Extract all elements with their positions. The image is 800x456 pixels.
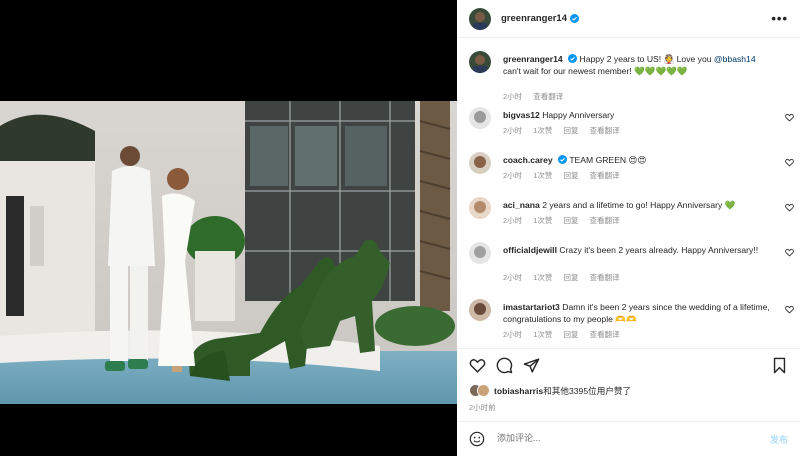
like-heart-icon[interactable] (785, 113, 794, 122)
comment-likes[interactable]: 1次赞 (533, 126, 552, 135)
more-options-icon[interactable]: ••• (771, 11, 788, 26)
likes-count-text[interactable]: 和其他3395位用户赞了 (543, 385, 631, 397)
comment-meta: 2小时 1次赞 回复 查看翻译 (503, 329, 629, 340)
avatar[interactable] (469, 51, 491, 73)
comment-username[interactable]: officialdjewill (503, 245, 557, 255)
see-translation-link[interactable]: 查看翻译 (590, 330, 620, 339)
caption-username[interactable]: greenranger14 (503, 54, 563, 64)
post-username[interactable]: greenranger14 (501, 13, 567, 24)
like-heart-icon[interactable] (785, 158, 794, 167)
avatar[interactable] (469, 197, 491, 219)
comments-list[interactable]: greenranger14 Happy 2 years to US! 👰 Lov… (457, 39, 800, 345)
caption-text: greenranger14 Happy 2 years to US! 👰 Lov… (503, 53, 773, 77)
reply-link[interactable]: 回复 (564, 126, 579, 135)
avatar[interactable] (469, 107, 491, 129)
post-actions-bar (457, 348, 800, 382)
caption-time: 2小时 (503, 92, 523, 101)
comment-meta: 2小时 1次赞 回复 查看翻译 (503, 272, 629, 283)
caption-meta: 2小时 查看翻译 (503, 91, 572, 102)
comment-username[interactable]: imastartariot3 (503, 302, 560, 312)
post-timestamp: 2小时前 (469, 403, 496, 412)
add-comment-input[interactable] (497, 433, 717, 443)
comment-text: imastartariot3 Damn it's been 2 years si… (503, 301, 773, 325)
comment-body: Crazy it's been 2 years already. Happy A… (559, 245, 759, 255)
reply-link[interactable]: 回复 (564, 330, 579, 339)
see-translation-link[interactable]: 查看翻译 (533, 92, 563, 101)
comment-likes[interactable]: 1次赞 (533, 273, 552, 282)
reply-link[interactable]: 回复 (564, 216, 579, 225)
verified-badge-icon (570, 14, 580, 23)
likes-summary: tobiasharris 和其他3395位用户赞了 (469, 384, 631, 397)
comment-text: officialdjewill Crazy it's been 2 years … (503, 244, 773, 256)
comment-username[interactable]: bigvas12 (503, 110, 540, 120)
comment-username[interactable]: aci_nana (503, 200, 540, 210)
comment-meta: 2小时 1次赞 回复 查看翻译 (503, 125, 629, 136)
see-translation-link[interactable]: 查看翻译 (590, 216, 620, 225)
comment-body: TEAM GREEN 😍😍 (569, 155, 647, 165)
verified-badge-icon (568, 54, 578, 63)
comment-text: coach.carey TEAM GREEN 😍😍 (503, 154, 773, 166)
comment-icon[interactable] (496, 357, 513, 374)
see-translation-link[interactable]: 查看翻译 (590, 171, 620, 180)
share-icon[interactable] (523, 357, 540, 374)
reply-link[interactable]: 回复 (564, 171, 579, 180)
post-photo[interactable] (0, 101, 457, 404)
reply-link[interactable]: 回复 (564, 273, 579, 282)
comment-body: 2 years and a lifetime to go! Happy Anni… (542, 200, 736, 210)
post-header: greenranger14 ••• (457, 0, 800, 38)
comment-meta: 2小时 1次赞 回复 查看翻译 (503, 215, 629, 226)
avatar[interactable] (469, 152, 491, 174)
post-media-panel (0, 0, 457, 456)
see-translation-link[interactable]: 查看翻译 (590, 273, 620, 282)
comment-time: 2小时 (503, 126, 523, 135)
add-comment-bar: 发布 (457, 421, 800, 456)
comment-time: 2小时 (503, 273, 523, 282)
emoji-icon[interactable] (469, 431, 485, 447)
comment-likes[interactable]: 1次赞 (533, 171, 552, 180)
like-heart-icon[interactable] (785, 305, 794, 314)
comment-text: aci_nana 2 years and a lifetime to go! H… (503, 199, 773, 211)
comment-meta: 2小时 1次赞 回复 查看翻译 (503, 170, 629, 181)
like-heart-icon[interactable] (785, 203, 794, 212)
see-translation-link[interactable]: 查看翻译 (590, 126, 620, 135)
verified-badge-icon (558, 155, 568, 164)
comment-likes[interactable]: 1次赞 (533, 330, 552, 339)
save-bookmark-icon[interactable] (771, 357, 788, 374)
comment-time: 2小时 (503, 171, 523, 180)
caption-body: Happy 2 years to US! 👰 Love you (579, 54, 714, 64)
comment-time: 2小时 (503, 216, 523, 225)
post-details-panel: greenranger14 ••• greenranger14 Happy 2 … (457, 0, 800, 456)
avatar[interactable] (469, 299, 491, 321)
comment-username[interactable]: coach.carey (503, 155, 553, 165)
comment-likes[interactable]: 1次赞 (533, 216, 552, 225)
like-heart-icon[interactable] (785, 248, 794, 257)
comment-body: Happy Anniversary (542, 110, 615, 120)
instagram-post-modal: greenranger14 ••• greenranger14 Happy 2 … (0, 0, 800, 456)
avatar[interactable] (469, 7, 491, 30)
comment-time: 2小时 (503, 330, 523, 339)
post-comment-button[interactable]: 发布 (770, 433, 788, 446)
liker-username[interactable]: tobiasharris (494, 386, 543, 396)
caption-body-end: can't wait for our newest member! 💚💚💚💚💚 (503, 66, 688, 76)
like-heart-icon[interactable] (469, 357, 486, 374)
avatar (477, 384, 490, 397)
mention-link[interactable]: @bbash14 (714, 54, 756, 64)
avatar[interactable] (469, 242, 491, 264)
comment-text: bigvas12 Happy Anniversary (503, 109, 773, 121)
